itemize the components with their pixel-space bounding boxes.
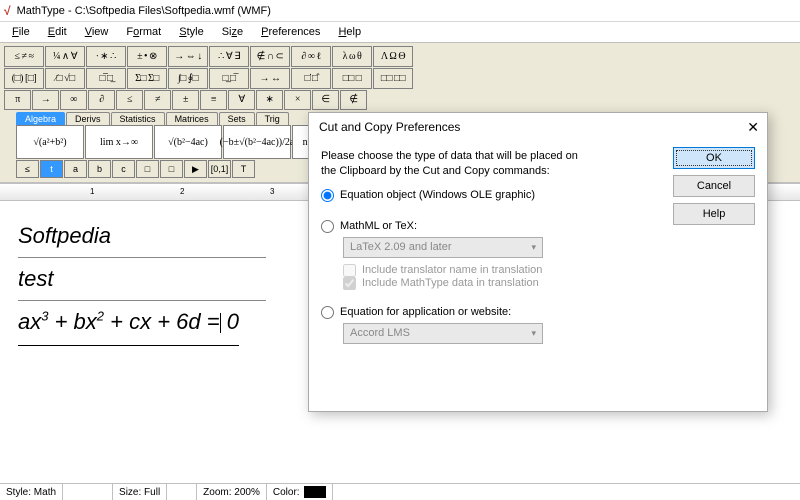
menu-file[interactable]: File — [4, 24, 38, 40]
dialog-titlebar: Cut and Copy Preferences ✕ — [309, 113, 767, 141]
title-text: MathType - C:\Softpedia Files\Softpedia.… — [17, 5, 271, 17]
prow1-cell[interactable]: ∙ ∗ ∴ — [86, 46, 126, 67]
minis-cell[interactable]: [0,1] — [208, 160, 231, 178]
prow1-cell[interactable]: ± • ⊗ — [127, 46, 167, 67]
menu-edit[interactable]: Edit — [40, 24, 75, 40]
tab-algebra[interactable]: Algebra — [16, 112, 65, 125]
tmpls-cell[interactable]: √(a²+b²) — [16, 125, 84, 159]
tex-format-combo[interactable]: LaTeX 2.09 and later▾ — [343, 237, 543, 258]
radio-application-website[interactable]: Equation for application or website: — [321, 306, 755, 319]
dialog-title: Cut and Copy Preferences — [319, 120, 460, 134]
dialog-description: Please choose the type of data that will… — [321, 149, 581, 179]
help-button[interactable]: Help — [673, 203, 755, 225]
prow1-cell[interactable]: λ ω θ — [332, 46, 372, 67]
tab-statistics[interactable]: Statistics — [111, 112, 165, 125]
prow3-cell[interactable]: ∂ — [88, 90, 115, 110]
prow3-cell[interactable]: ∉ — [340, 90, 367, 110]
tab-derivs[interactable]: Derivs — [66, 112, 110, 125]
prow3-cell[interactable]: ≠ — [144, 90, 171, 110]
prow3-cell[interactable]: ∀ — [228, 90, 255, 110]
minis-cell[interactable]: t — [40, 160, 63, 178]
tmpls-cell[interactable]: lim x→∞ — [85, 125, 153, 159]
color-swatch — [304, 486, 326, 498]
tab-sets[interactable]: Sets — [219, 112, 255, 125]
menu-help[interactable]: Help — [330, 24, 369, 40]
prow1-cell[interactable]: Λ Ω Θ — [373, 46, 413, 67]
prow2-cell[interactable]: □̅ □̲ — [86, 68, 126, 89]
tmpls-cell[interactable]: √(b²−4ac) — [154, 125, 222, 159]
prow2-cell[interactable]: ⁄□ √□ — [45, 68, 85, 89]
prow3-cell[interactable]: ∈ — [312, 90, 339, 110]
tmpls-cell[interactable]: (−b±√(b²−4ac))/2a — [223, 125, 291, 159]
prow1-cell[interactable]: ≤ ≠ ≈ — [4, 46, 44, 67]
menu-size[interactable]: Size — [214, 24, 251, 40]
minis-cell[interactable]: b — [88, 160, 111, 178]
prow3-cell[interactable]: × — [284, 90, 311, 110]
status-zoom: Zoom: 200% — [197, 484, 267, 500]
prow3-cell[interactable]: ∞ — [60, 90, 87, 110]
text-line: test — [18, 258, 266, 301]
prow2-cell[interactable]: □̇ □̂ — [291, 68, 331, 89]
minis-cell[interactable]: a — [64, 160, 87, 178]
application-combo[interactable]: Accord LMS▾ — [343, 323, 543, 344]
prow3-cell[interactable]: → — [32, 90, 59, 110]
tab-trig[interactable]: Trig — [256, 112, 289, 125]
prow2-cell[interactable]: ∫□ ∮□ — [168, 68, 208, 89]
minis-cell[interactable]: ≤ — [16, 160, 39, 178]
prow3-cell[interactable]: ≡ — [200, 90, 227, 110]
menu-preferences[interactable]: Preferences — [253, 24, 328, 40]
minis-cell[interactable]: □ — [160, 160, 183, 178]
caret — [220, 313, 221, 333]
cancel-button[interactable]: Cancel — [673, 175, 755, 197]
prow2-cell[interactable]: □□ □□ — [373, 68, 413, 89]
chevron-down-icon: ▾ — [531, 242, 536, 253]
check-mathtype-data[interactable]: Include MathType data in translation — [343, 277, 755, 290]
close-icon[interactable]: ✕ — [747, 119, 759, 136]
prow2-cell[interactable]: (□) [□] — [4, 68, 44, 89]
minis-cell[interactable]: c — [112, 160, 135, 178]
status-bar: Style: Math Size: Full Zoom: 200% Color: — [0, 483, 800, 500]
prow1-cell[interactable]: ¼ ∧ ∀ — [45, 46, 85, 67]
minis-cell[interactable]: T — [232, 160, 255, 178]
status-style: Style: Math — [0, 484, 63, 500]
prow3-cell[interactable]: ≤ — [116, 90, 143, 110]
minis-cell[interactable]: ▶ — [184, 160, 207, 178]
prow1-cell[interactable]: ∉ ∩ ⊂ — [250, 46, 290, 67]
chevron-down-icon: ▾ — [531, 328, 536, 339]
status-color: Color: — [267, 484, 333, 500]
prow1-cell[interactable]: ∴ ∀ ∃ — [209, 46, 249, 67]
prow3-cell[interactable]: π — [4, 90, 31, 110]
menu-format[interactable]: Format — [118, 24, 169, 40]
status-size: Size: Full — [113, 484, 167, 500]
menu-view[interactable]: View — [77, 24, 117, 40]
menu-style[interactable]: Style — [171, 24, 211, 40]
equation: ax3 + bx2 + cx + 6d = 0 — [18, 301, 239, 347]
minis-cell[interactable]: □ — [136, 160, 159, 178]
prow2-cell[interactable]: □□ □ — [332, 68, 372, 89]
prow2-cell[interactable]: □̲ □̅ — [209, 68, 249, 89]
prow2-cell[interactable]: → ↔ — [250, 68, 290, 89]
cut-copy-preferences-dialog: Cut and Copy Preferences ✕ OK Cancel Hel… — [308, 112, 768, 412]
app-logo: √ — [4, 4, 11, 18]
text-line: Softpedia — [18, 215, 266, 258]
prow1-cell[interactable]: → ⇔ ↓ — [168, 46, 208, 67]
prow2-cell[interactable]: Σ□ Σ□ — [127, 68, 167, 89]
tab-matrices[interactable]: Matrices — [166, 112, 218, 125]
prow3-cell[interactable]: ∗ — [256, 90, 283, 110]
ok-button[interactable]: OK — [673, 147, 755, 169]
title-bar: √ MathType - C:\Softpedia Files\Softpedi… — [0, 0, 800, 22]
prow1-cell[interactable]: ∂ ∞ ℓ — [291, 46, 331, 67]
check-translator-name[interactable]: Include translator name in translation — [343, 264, 755, 277]
menu-bar: File Edit View Format Style Size Prefere… — [0, 22, 800, 42]
prow3-cell[interactable]: ± — [172, 90, 199, 110]
